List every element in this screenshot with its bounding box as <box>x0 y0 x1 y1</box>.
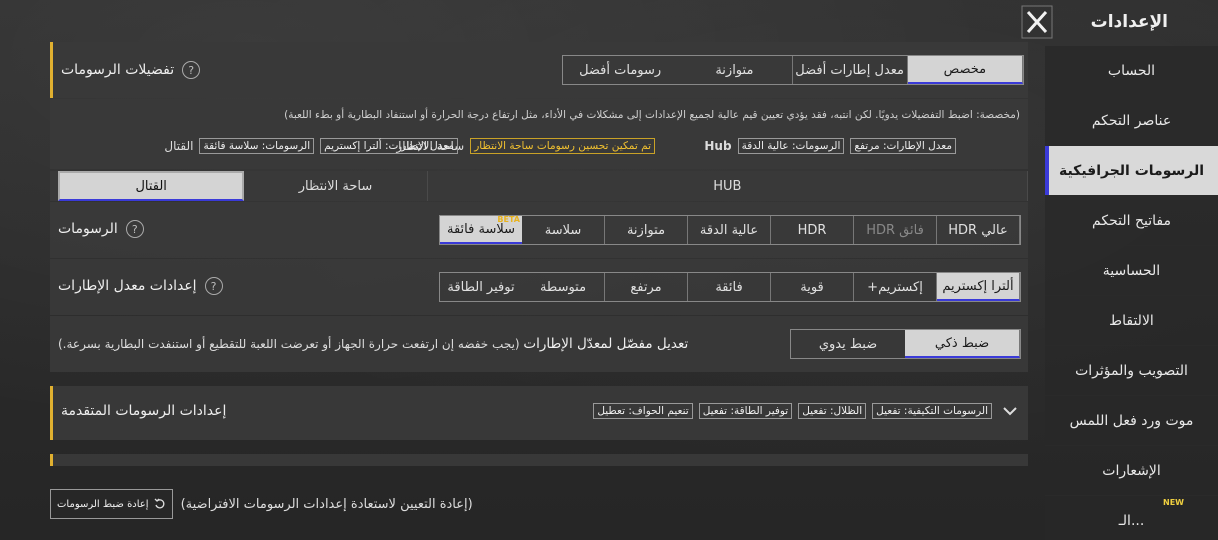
adaptive-frame-rate-title: تعديل مفصّل لمعدّل الإطارات <box>523 336 689 352</box>
sidebar-item[interactable]: الالتقاط <box>1045 296 1218 346</box>
graphics-quality-option[interactable]: عالي HDR <box>937 216 1020 244</box>
sidebar-item[interactable]: الـ... NEW <box>1045 496 1218 540</box>
sidebar-item-label: عناصر التحكم <box>1091 112 1172 129</box>
graphics-quality-row: الرسومات ? عالي HDR فائق HDR HDR عالية الدق… <box>50 202 1028 258</box>
advanced-graphics-tag: الظلال: تفعيل <box>798 403 867 419</box>
graphics-preference-option[interactable]: مخصص <box>907 56 1023 84</box>
page-title: الإعدادات <box>1090 12 1168 32</box>
graphics-preference-title: تفضيلات الرسومات <box>61 62 175 78</box>
sidebar-item-label: موت ورد فعل اللمس <box>1069 412 1194 429</box>
lobby-enhancement-tag: تم تمكين تحسين رسومات ساحة الانتظار <box>470 138 655 154</box>
mode-tab[interactable]: القتال <box>58 171 245 201</box>
graphics-preference-option[interactable]: رسومات أفضل <box>563 56 677 84</box>
chevron-down-icon[interactable] <box>1002 403 1018 419</box>
preference-info-row: (مخصصة: اضبط التفضيلات يدويًا. لكن انتبه… <box>50 99 1028 169</box>
new-badge: NEW <box>1163 498 1184 507</box>
graphics-quality-selector: عالي HDR فائق HDR HDR عالية الدقة متوازنة سلا… <box>439 215 1021 245</box>
frame-rate-selector: ألترا إكستريم إكستريم+ قوية فائقة مرتفع متوسط… <box>439 272 1021 302</box>
graphics-quality-title: الرسومات <box>58 221 118 237</box>
frame-rate-option[interactable]: توفير الطاقة <box>440 273 522 301</box>
sidebar-item[interactable]: الحساسية <box>1045 246 1218 296</box>
sidebar-item[interactable]: مفاتيح التحكم <box>1045 196 1218 246</box>
mode-tab[interactable]: ساحة الانتظار <box>244 171 428 201</box>
settings-sidebar: الإعدادات الحساب عناصر التحكم الرسومات الج… <box>1021 0 1218 540</box>
advanced-graphics-tag: توفير الطاقة: تفعيل <box>698 403 793 419</box>
sidebar-item-label: الإشعارات <box>1102 462 1161 479</box>
advanced-graphics-tag: تنعيم الحواف: تعطيل <box>593 403 693 419</box>
graphics-preference-option[interactable]: متوازنة <box>677 56 793 84</box>
hub-fps-tag: معدل الإطارات: مرتفع <box>850 138 956 154</box>
settings-header: الإعدادات <box>1045 0 1218 44</box>
frame-rate-title: إعدادات معدل الإطارات <box>58 278 197 294</box>
graphics-preference-selector: مخصص معدل إطارات أفضل متوازنة رسومات أفضل <box>562 55 1024 85</box>
sidebar-item[interactable]: التصويب والمؤثرات <box>1045 346 1218 396</box>
graphics-preference-row: تفضيلات الرسومات ? مخصص معدل إطارات أفضل م… <box>50 42 1028 98</box>
hub-summary: معدل الإطارات: مرتفع الرسومات: عالية الد… <box>704 136 956 156</box>
sidebar-item-label: الـ... <box>1118 512 1145 529</box>
graphics-quality-option[interactable]: HDR <box>771 216 854 244</box>
close-button[interactable] <box>1021 5 1053 39</box>
sidebar-item[interactable]: موت ورد فعل اللمس <box>1045 396 1218 446</box>
adaptive-frame-rate-note: (يجب خفضه إن ارتفعت حرارة الجهاز أو تعرض… <box>58 337 520 351</box>
frame-rate-option[interactable]: إكستريم+ <box>854 273 937 301</box>
sidebar-item-label: التصويب والمؤثرات <box>1075 362 1188 379</box>
frame-rate-option[interactable]: متوسطة <box>522 273 605 301</box>
adaptive-frame-rate-row: تعديل مفصّل لمعدّل الإطارات (يجب خفضه إن… <box>50 316 1028 372</box>
beta-badge: BETA <box>497 215 520 224</box>
sidebar-item[interactable]: عناصر التحكم <box>1045 96 1218 146</box>
combat-fps-tag: معدل الإطارات: ألترا إكستريم <box>320 138 458 154</box>
sidebar-item[interactable]: الإشعارات <box>1045 446 1218 496</box>
advanced-graphics-summary: الرسومات التكيفية: تفعيل الظلال: تفعيل توف… <box>593 403 992 419</box>
graphics-quality-option[interactable]: سلاسة <box>522 216 605 244</box>
frame-rate-option[interactable]: ألترا إكستريم <box>937 273 1020 301</box>
reset-graphics-note: (إعادة التعيين لاستعادة إعدادات الرسومات… <box>180 496 473 512</box>
sidebar-menu: الحساب عناصر التحكم الرسومات الجرافيكية مفا… <box>1045 46 1218 540</box>
adaptive-frame-rate-option[interactable]: ضبط ذكي <box>905 330 1020 358</box>
adaptive-frame-rate-selector: ضبط ذكي ضبط يدوي <box>790 329 1021 359</box>
hub-label: Hub <box>704 139 732 153</box>
close-icon <box>1021 5 1053 39</box>
graphics-preference-option[interactable]: معدل إطارات أفضل <box>793 56 908 84</box>
sidebar-item[interactable]: الرسومات الجرافيكية <box>1045 146 1218 196</box>
sidebar-item-label: مفاتيح التحكم <box>1092 212 1171 229</box>
help-icon[interactable]: ? <box>125 220 144 238</box>
collapsed-section-row <box>50 454 1028 466</box>
sidebar-item-label: الرسومات الجرافيكية <box>1058 162 1205 179</box>
sidebar-item-label: الحساسية <box>1102 262 1161 279</box>
graphics-quality-option[interactable]: فائق HDR <box>854 216 937 244</box>
sidebar-item-label: الحساب <box>1107 62 1156 79</box>
help-icon[interactable]: ? <box>182 61 201 79</box>
combat-graphics-tag: الرسومات: سلاسة فائقة <box>199 138 315 154</box>
combat-summary: معدل الإطارات: ألترا إكستريم الرسومات: س… <box>164 136 458 156</box>
mode-tab[interactable]: HUB <box>428 171 1028 201</box>
graphics-quality-option[interactable]: سلاسة فائقة BETA <box>440 215 522 244</box>
graphics-quality-option[interactable]: عالية الدقة <box>688 216 771 244</box>
advanced-graphics-title: إعدادات الرسومات المتقدمة <box>61 403 227 419</box>
reset-graphics-label: إعادة ضبط الرسومات <box>57 498 149 510</box>
sidebar-item[interactable]: الحساب <box>1045 46 1218 96</box>
graphics-quality-option[interactable]: متوازنة <box>605 216 688 244</box>
advanced-graphics-row[interactable]: إعدادات الرسومات المتقدمة الرسومات التكي… <box>50 386 1028 440</box>
custom-preference-warning: (مخصصة: اضبط التفضيلات يدويًا. لكن انتبه… <box>284 109 1020 121</box>
graphics-settings-panel: تفضيلات الرسومات ? مخصص معدل إطارات أفضل م… <box>50 42 1028 466</box>
frame-rate-option[interactable]: مرتفع <box>605 273 688 301</box>
hub-graphics-tag: الرسومات: عالية الدقة <box>737 138 845 154</box>
reset-graphics-button[interactable]: إعادة ضبط الرسومات <box>50 489 173 519</box>
help-icon[interactable]: ? <box>204 277 223 295</box>
combat-label: القتال <box>164 139 194 153</box>
mode-tabs: HUB ساحة الانتظار القتال <box>50 171 1028 201</box>
reset-area: إعادة ضبط الرسومات (إعادة التعيين لاستعا… <box>50 489 473 519</box>
reset-icon <box>154 498 165 509</box>
frame-rate-option[interactable]: قوية <box>771 273 854 301</box>
adaptive-frame-rate-option[interactable]: ضبط يدوي <box>791 330 905 358</box>
frame-rate-row: إعدادات معدل الإطارات ? ألترا إكستريم إكس… <box>50 259 1028 315</box>
advanced-graphics-tag: الرسومات التكيفية: تفعيل <box>872 403 992 419</box>
sidebar-item-label: الالتقاط <box>1109 312 1154 329</box>
frame-rate-option[interactable]: فائقة <box>688 273 771 301</box>
